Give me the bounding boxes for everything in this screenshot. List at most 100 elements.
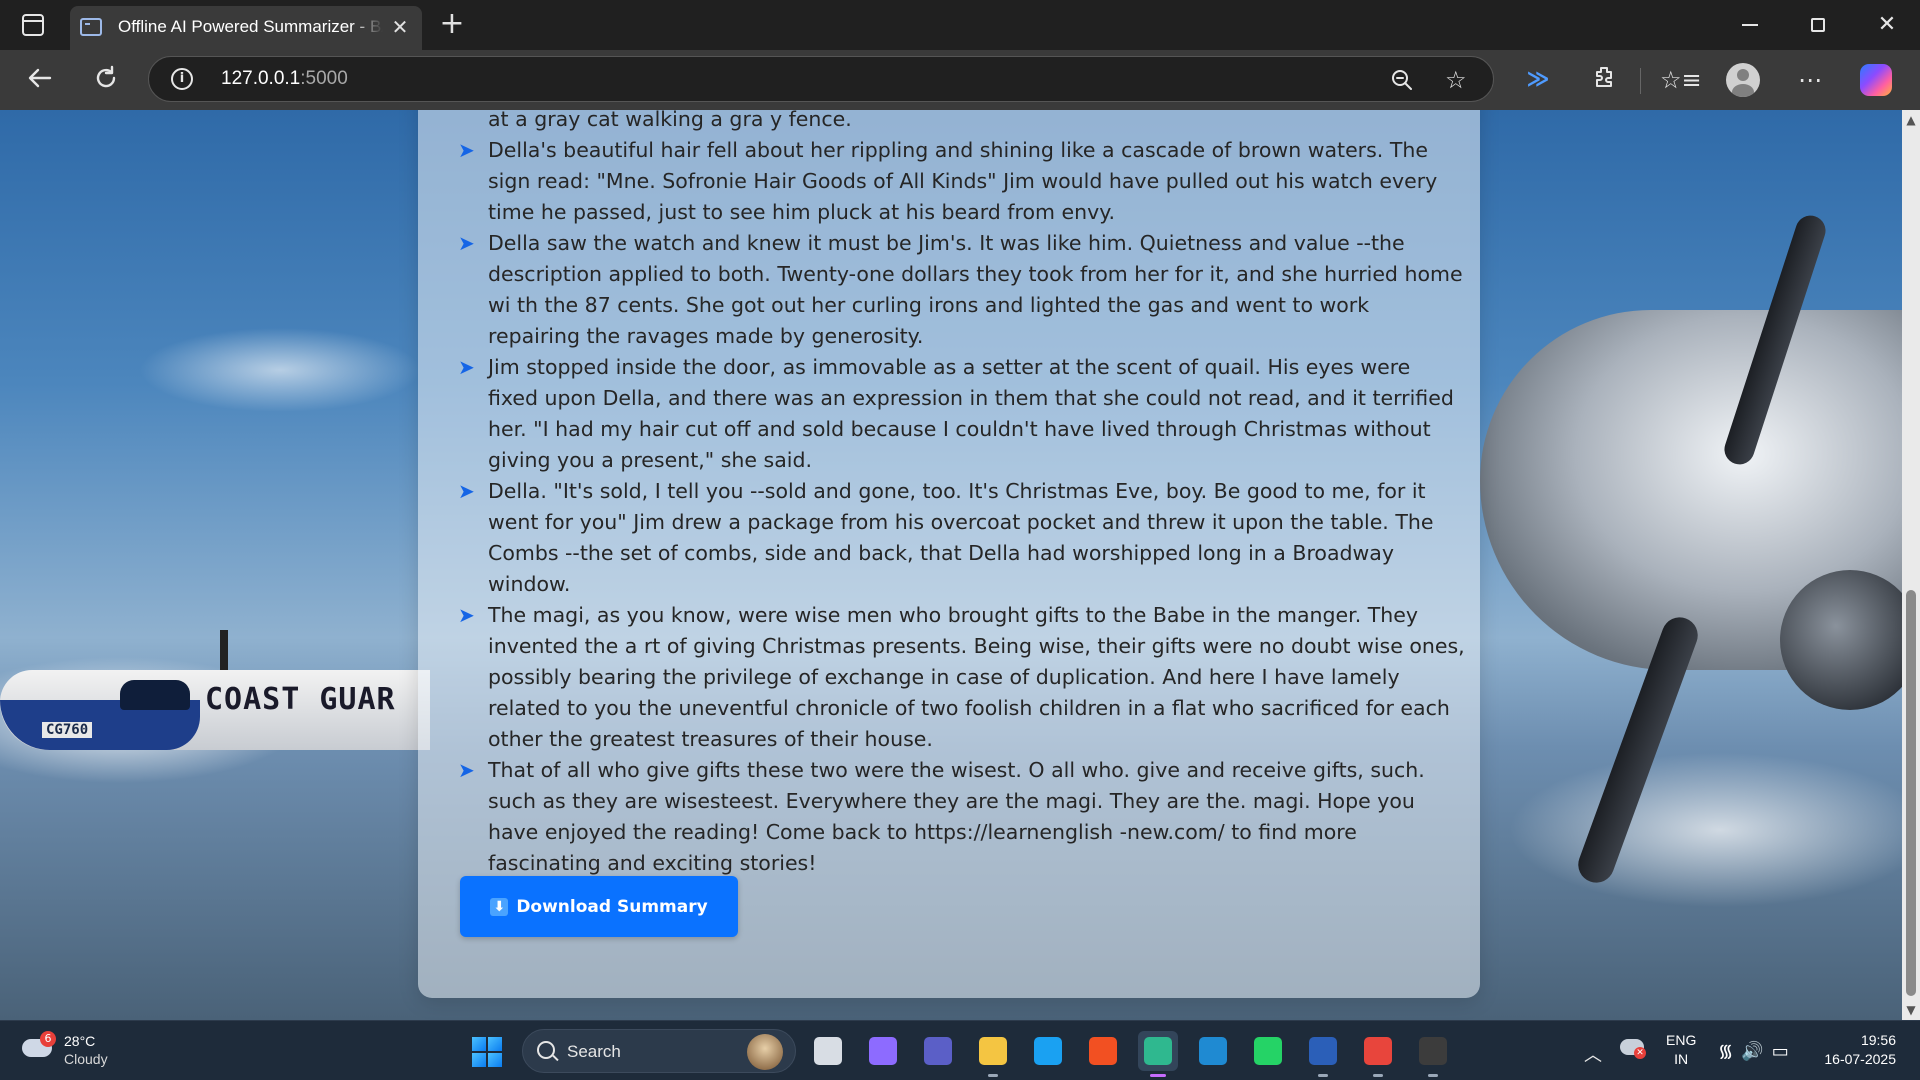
- address-bar[interactable]: i 127.0.0.1:5000 ☆: [148, 56, 1494, 102]
- summary-text: Jim stopped inside the door, as immovabl…: [488, 355, 1454, 472]
- wifi-icon: ᯾: [1718, 1041, 1742, 1062]
- search-highlight-image: [747, 1034, 783, 1070]
- url-text[interactable]: 127.0.0.1:5000: [221, 68, 348, 90]
- edge-icon: [1144, 1037, 1172, 1065]
- running-indicator: [1428, 1074, 1438, 1077]
- taskbar-app-vscode[interactable]: [1193, 1031, 1233, 1071]
- onedrive-error-icon: ✕: [1634, 1047, 1646, 1059]
- back-arrow-icon[interactable]: [24, 64, 56, 96]
- summary-text: The magi, as you know, were wise men who…: [488, 603, 1465, 751]
- copilot-icon: [869, 1037, 897, 1065]
- url-host: 127.0.0.1: [221, 68, 301, 89]
- more-options-icon[interactable]: ⋯: [1794, 64, 1826, 96]
- bullet-arrow-icon: ➤: [458, 603, 475, 627]
- bullet-arrow-icon: ➤: [458, 355, 475, 379]
- toolbar-separator: [1640, 68, 1641, 94]
- taskbar-app-word[interactable]: [1303, 1031, 1343, 1077]
- download-label: Download Summary: [516, 896, 708, 917]
- tab-actions-icon[interactable]: [22, 14, 44, 36]
- vscode-icon: [1199, 1037, 1227, 1065]
- summary-text: Della's beautiful hair fell about her ri…: [488, 138, 1438, 224]
- cortana-icon: [1034, 1037, 1062, 1065]
- scroll-down-icon[interactable]: ▼: [1905, 1004, 1917, 1016]
- language-indicator[interactable]: ENG IN: [1666, 1031, 1696, 1069]
- summary-item: ➤at a gray cat walking a gra y fence.: [446, 110, 1466, 135]
- minimize-button[interactable]: [1725, 8, 1775, 42]
- summary-item: ➤ Jim stopped inside the door, as immovab…: [446, 352, 1466, 476]
- plane-livery-text: COAST GUAR: [205, 682, 396, 717]
- whatsapp-icon: [1254, 1037, 1282, 1065]
- summary-text: Della. "It's sold, I tell you --sold and…: [488, 479, 1434, 596]
- browser-tab[interactable]: Offline AI Powered Summarizer - BART ✕: [70, 6, 422, 50]
- scroll-up-icon[interactable]: ▲: [1905, 114, 1917, 126]
- download-icon: ⬇: [490, 897, 509, 916]
- lang-code: ENG: [1666, 1032, 1697, 1048]
- summary-card: ➤at a gray cat walking a gra y fence. ➤D…: [418, 110, 1480, 998]
- summary-list: ➤at a gray cat walking a gra y fence. ➤D…: [446, 110, 1466, 879]
- summary-item: ➤ Della saw the watch and knew it must be…: [446, 228, 1466, 352]
- weather-widget[interactable]: 6 28°C Cloudy: [20, 1031, 140, 1071]
- taskbar-app-chrome[interactable]: [1358, 1031, 1398, 1077]
- search-icon: [537, 1041, 555, 1059]
- background-engine-image: [1480, 211, 1902, 888]
- show-hidden-icons-chevron-icon[interactable]: ︿: [1584, 1041, 1602, 1067]
- word-icon: [1309, 1037, 1337, 1065]
- clock-time: 19:56: [1860, 1032, 1896, 1048]
- tab-title: Offline AI Powered Summarizer - BART: [118, 17, 383, 36]
- start-button[interactable]: [472, 1037, 502, 1067]
- site-info-icon[interactable]: i: [171, 68, 193, 90]
- lang-region: IN: [1674, 1051, 1689, 1067]
- terminal-icon: [1419, 1037, 1447, 1065]
- system-tray-icons[interactable]: ᯾🔊▭: [1718, 1039, 1797, 1063]
- taskbar-app-terminal[interactable]: [1413, 1031, 1453, 1077]
- restore-button[interactable]: [1793, 8, 1843, 42]
- bullet-arrow-icon: ➤: [458, 138, 475, 162]
- profile-avatar[interactable]: [1726, 63, 1760, 97]
- running-indicator: [1373, 1074, 1383, 1077]
- url-port: :5000: [300, 68, 348, 89]
- browser-toolbar: i 127.0.0.1:5000 ☆ ≫ ☆≡ ⋯: [0, 50, 1920, 110]
- summary-item: ➤ Della. "It's sold, I tell you --sold an…: [446, 476, 1466, 600]
- battery-icon: ▭: [1771, 1041, 1797, 1062]
- scrollbar-thumb[interactable]: [1906, 590, 1916, 996]
- extensions-icon[interactable]: [1588, 64, 1620, 96]
- weather-condition: Cloudy: [64, 1051, 108, 1067]
- reload-icon[interactable]: [90, 64, 122, 96]
- bullet-arrow-icon: ➤: [458, 231, 475, 255]
- page-viewport: COAST GUAR CG760 ➤at a gray cat walking …: [0, 110, 1902, 1020]
- task-view-icon: [814, 1037, 842, 1065]
- background-plane-image: COAST GUAR CG760: [0, 630, 430, 790]
- running-indicator: [1150, 1074, 1166, 1077]
- microsoft-store-icon: [1089, 1037, 1117, 1065]
- taskbar-app-whatsapp[interactable]: [1248, 1031, 1288, 1071]
- favorite-star-icon[interactable]: ☆: [1445, 66, 1467, 94]
- taskbar-search[interactable]: Search: [522, 1029, 796, 1073]
- clock[interactable]: 19:56 16-07-2025: [1808, 1031, 1896, 1069]
- taskbar-app-copilot[interactable]: [863, 1031, 903, 1071]
- download-summary-button[interactable]: ⬇ Download Summary: [460, 876, 738, 937]
- volume-icon: 🔊: [1741, 1041, 1772, 1062]
- taskbar-app-microsoft-store[interactable]: [1083, 1031, 1123, 1071]
- window-close-button[interactable]: ✕: [1862, 8, 1912, 42]
- taskbar-app-file-explorer[interactable]: [973, 1031, 1013, 1077]
- search-label: Search: [567, 1042, 621, 1061]
- taskbar-app-edge[interactable]: [1138, 1031, 1178, 1077]
- favorites-icon[interactable]: ☆≡: [1660, 64, 1702, 96]
- summary-text: Della saw the watch and knew it must be …: [488, 231, 1463, 348]
- taskbar: 6 28°C Cloudy Search ︿ ✕ ENG IN ᯾🔊▭ 19:5…: [0, 1020, 1920, 1080]
- page-scrollbar[interactable]: ▲ ▼: [1902, 110, 1920, 1020]
- taskbar-app-teams[interactable]: [918, 1031, 958, 1071]
- zoom-out-icon[interactable]: [1389, 67, 1415, 93]
- new-tab-button[interactable]: +: [436, 9, 468, 41]
- plane-registration: CG760: [42, 722, 93, 738]
- taskbar-app-task-view[interactable]: [808, 1031, 848, 1071]
- close-tab-icon[interactable]: ✕: [388, 15, 412, 39]
- summary-item: ➤ The magi, as you know, were wise men wh…: [446, 600, 1466, 755]
- running-indicator: [988, 1074, 998, 1077]
- copilot-icon[interactable]: [1860, 64, 1892, 96]
- summary-item: ➤ That of all who give gifts these two we…: [446, 755, 1466, 879]
- teams-icon: [924, 1037, 952, 1065]
- file-explorer-icon: [979, 1037, 1007, 1065]
- read-aloud-icon[interactable]: ≫: [1522, 64, 1554, 96]
- taskbar-app-cortana[interactable]: [1028, 1031, 1068, 1071]
